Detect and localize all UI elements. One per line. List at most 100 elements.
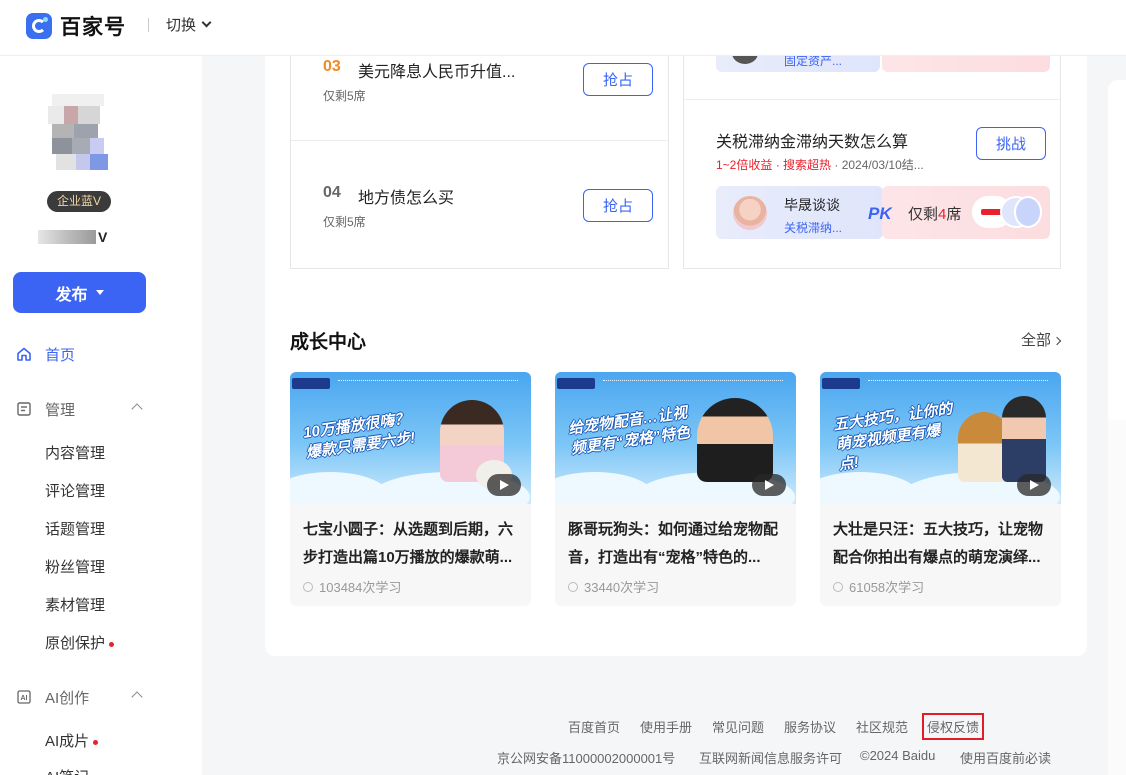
publish-button[interactable]: 发布 [13,272,146,313]
topic-rank: 04 [323,184,341,201]
nav-fan-management[interactable]: 粉丝管理 [45,556,105,577]
presenter-image [1002,396,1046,482]
person-icon [833,581,843,592]
thumbnail-headline: 五大技巧，让你的萌宠视频更有爆点! [832,400,954,474]
chevron-down-icon [201,17,212,28]
learner-count: 61058次学习 [833,577,924,596]
person-icon [568,581,578,592]
nav-ai-label: AI创作 [45,689,90,707]
right-panel-lower [1108,420,1126,775]
nav-manage[interactable]: 管理 [0,394,202,424]
footer-link-manual[interactable]: 使用手册 [640,717,692,736]
divider [684,99,1060,100]
course-card[interactable]: 五大技巧，让你的萌宠视频更有爆点! 大壮是只汪：五大技巧，让宠物配合你拍出有爆点… [820,372,1061,606]
growth-center-title: 成长中心 [290,332,367,353]
chevron-up-icon [131,403,143,415]
switch-account-button[interactable]: 切换 [166,14,212,35]
switch-label: 切换 [166,17,197,34]
play-icon [1017,474,1051,496]
nav-manage-label: 管理 [45,401,76,419]
ai-icon: AI [17,690,31,704]
nav-home[interactable]: 首页 [0,339,202,369]
top-bar: 百家号 切换 [0,0,1126,56]
avatar [733,196,767,230]
learner-count: 103484次学习 [303,577,401,596]
nav-original-protection-label: 原创保护 [45,635,106,652]
baijiahao-logo[interactable]: 百家号 [26,11,126,41]
hot-topics-right: 固定资产... 关税滞纳金滞纳天数怎么算 1~2倍收益 · 搜索超热 · 202… [683,42,1061,269]
avatar[interactable] [48,94,112,174]
footer-link-baidu-home[interactable]: 百度首页 [568,717,620,736]
thumbnail-badge [822,378,860,389]
red-dot-badge [109,641,115,647]
hot-topics-left: 03 美元降息人民币升值... 仅剩5席 抢占 04 地方债怎么买 仅剩5席 抢… [290,56,669,269]
seat-avatar [1014,196,1042,228]
enterprise-blue-v-badge: 企业蓝V [47,191,112,212]
username: V [38,228,107,246]
thumbnail-badge [292,378,330,389]
view-all-link[interactable]: 全部 [1021,329,1062,350]
seats-remaining: 仅剩4席 [908,203,961,224]
challenge-topic-meta: 1~2倍收益 · 搜索超热 · 2024/03/10结... [716,156,924,173]
nav-original-protection[interactable]: 原创保护 [45,632,115,653]
red-dot-badge [93,739,99,745]
play-icon [752,474,786,496]
pk-author-name: 毕晟谈谈 [784,197,840,213]
topic-rank: 03 [323,58,341,75]
topic-title[interactable]: 美元降息人民币升值... [358,58,515,82]
meta-date: · 2024/03/10结... [831,158,924,172]
pk-card-partial[interactable]: 固定资产... [716,42,880,72]
pk-card-partial-right [882,56,1050,72]
footer-link-service-agreement[interactable]: 服务协议 [784,717,836,736]
nav-ai-video[interactable]: AI成片 [45,730,99,751]
footer-icp[interactable]: 京公网安备11000002000001号 [497,748,675,767]
grab-button[interactable]: 抢占 [583,63,653,96]
thumbnail-headline: 10万播放很嗨？爆款只需要六步! [302,410,417,462]
presenter-image [697,398,773,482]
grab-button[interactable]: 抢占 [583,189,653,222]
nav-ai-notes[interactable]: AI笔记 [45,766,89,775]
chevron-up-icon [131,691,143,703]
course-title: 七宝小圆子：从选题到后期，六步打造出篇10万播放的爆款萌... [303,521,514,566]
course-card[interactable]: 给宠物配音…让视频更有“宠格”特色 豚哥玩狗头：如何通过给宠物配音，打造出有“宠… [555,372,796,606]
course-title: 豚哥玩狗头：如何通过给宠物配音，打造出有“宠格”特色的... [568,521,779,566]
chevron-right-icon [1052,336,1062,346]
nav-content-management[interactable]: 内容管理 [45,442,105,463]
footer-news-license[interactable]: 互联网新闻信息服务许可 [699,748,842,767]
username-suffix: V [98,229,108,245]
divider [291,140,668,141]
nav-comment-management[interactable]: 评论管理 [45,480,105,501]
publish-label: 发布 [55,286,88,304]
footer-link-infringement-feedback[interactable]: 侵权反馈 [922,713,985,740]
thumbnail-badge [557,378,595,389]
course-thumbnail: 10万播放很嗨？爆款只需要六步! [290,372,531,504]
manage-icon [17,402,31,416]
home-icon [17,347,31,361]
nav-ai-creation[interactable]: AI AI创作 [0,682,202,712]
seats-prefix: 仅剩 [908,206,939,223]
view-all-label: 全部 [1021,332,1052,349]
footer-read-before-use[interactable]: 使用百度前必读 [960,748,1051,767]
footer-link-community-rules[interactable]: 社区规范 [856,717,908,736]
nav-material-management[interactable]: 素材管理 [45,594,105,615]
baijiahao-logo-icon [26,13,52,39]
course-card[interactable]: 10万播放很嗨？爆款只需要六步! 七宝小圆子：从选题到后期，六步打造出篇10万播… [290,372,531,606]
person-icon [303,581,313,592]
course-title: 大壮是只汪：五大技巧，让宠物配合你拍出有爆点的萌宠演绎... [833,521,1044,566]
footer-link-faq[interactable]: 常见问题 [712,717,764,736]
sidebar: 企业蓝V V 发布 首页 管理 内容管理 评论管理 话题管理 粉丝管理 素材管理… [0,56,202,775]
challenge-topic-title[interactable]: 关税滞纳金滞纳天数怎么算 [716,128,908,152]
nav-ai-video-label: AI成片 [45,733,90,750]
pk-seats-card[interactable]: 仅剩4席 [882,186,1050,239]
pk-label: PK [868,204,892,223]
nav-topic-management[interactable]: 话题管理 [45,518,105,539]
learner-count: 33440次学习 [568,577,659,596]
seats-suffix: 席 [946,206,962,223]
challenge-button[interactable]: 挑战 [976,127,1046,160]
nav-home-label: 首页 [45,346,76,364]
learner-count-text: 61058次学习 [849,580,925,595]
topic-title[interactable]: 地方债怎么买 [358,184,454,208]
topic-seats: 仅剩5席 [323,89,366,103]
pk-challenger-card[interactable]: 毕晟谈谈 关税滞纳... [716,186,883,239]
course-thumbnail: 给宠物配音…让视频更有“宠格”特色 [555,372,796,504]
